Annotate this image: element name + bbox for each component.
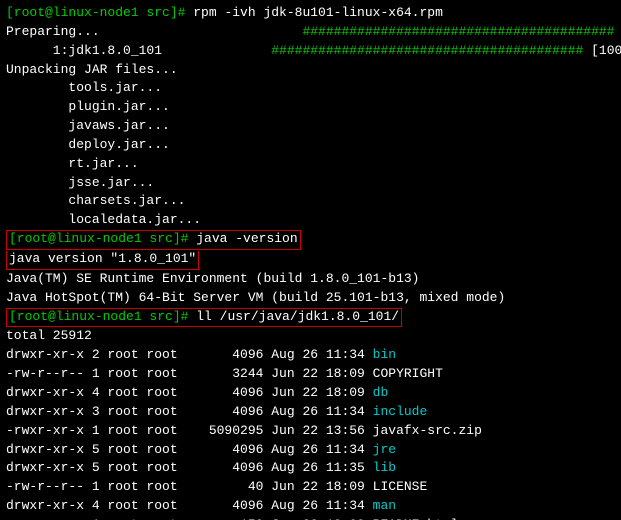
- terminal-line: Unpacking JAR files...: [6, 61, 615, 80]
- output-text: drwxr-xr-x 5 root root 4096 Aug 26 11:35: [6, 460, 373, 475]
- terminal-line: [root@linux-node1 src]# ll /usr/java/jdk…: [6, 308, 615, 328]
- command: rpm -ivh jdk-8u101-linux-x64.rpm: [193, 5, 443, 20]
- terminal-line: -rw-r--r-- 1 root root 3244 Jun 22 18:09…: [6, 365, 615, 384]
- terminal-line: -rw-r--r-- 1 root root 40 Jun 22 18:09 L…: [6, 478, 615, 497]
- terminal-line: drwxr-xr-x 5 root root 4096 Aug 26 11:35…: [6, 459, 615, 478]
- terminal-line: Java(TM) SE Runtime Environment (build 1…: [6, 270, 615, 289]
- output-text: charsets.jar...: [6, 193, 185, 208]
- output-text: Preparing...: [6, 24, 302, 39]
- terminal-line: tools.jar...: [6, 79, 615, 98]
- output-text: javaws.jar...: [6, 118, 170, 133]
- terminal-line: jsse.jar...: [6, 174, 615, 193]
- output-text: plugin.jar...: [6, 99, 170, 114]
- terminal-line: drwxr-xr-x 5 root root 4096 Aug 26 11:34…: [6, 441, 615, 460]
- output-text: drwxr-xr-x 4 root root 4096 Jun 22 18:09: [6, 385, 373, 400]
- output-text: Java(TM) SE Runtime Environment (build 1…: [6, 271, 419, 286]
- terminal-window: [root@linux-node1 src]# rpm -ivh jdk-8u1…: [0, 0, 621, 520]
- command: ll /usr/java/jdk1.8.0_101/: [188, 309, 399, 324]
- terminal-line: plugin.jar...: [6, 98, 615, 117]
- prompt: [root@linux-node1 src]#: [6, 5, 193, 20]
- terminal-line: charsets.jar...: [6, 192, 615, 211]
- output-text: Java HotSpot(TM) 64-Bit Server VM (build…: [6, 290, 505, 305]
- terminal-line: [root@linux-node1 src]# rpm -ivh jdk-8u1…: [6, 4, 615, 23]
- output-text: total 25912: [6, 328, 92, 343]
- terminal-line: drwxr-xr-x 2 root root 4096 Aug 26 11:34…: [6, 346, 615, 365]
- dir-name: bin: [373, 347, 396, 362]
- terminal-line: Java HotSpot(TM) 64-Bit Server VM (build…: [6, 289, 615, 308]
- output-text: drwxr-xr-x 4 root root 4096 Aug 26 11:34: [6, 498, 373, 513]
- output-text: 1:jdk1.8.0_101: [6, 43, 271, 58]
- hash-bar: ########################################: [271, 43, 583, 58]
- terminal-line: 1:jdk1.8.0_101 #########################…: [6, 42, 615, 61]
- terminal-line: [root@linux-node1 src]# java -version: [6, 230, 615, 250]
- terminal-line: localedata.jar...: [6, 211, 615, 230]
- terminal-line: drwxr-xr-x 3 root root 4096 Aug 26 11:34…: [6, 403, 615, 422]
- dir-name: lib: [373, 460, 396, 475]
- terminal-line: deploy.jar...: [6, 136, 615, 155]
- terminal-line: javaws.jar...: [6, 117, 615, 136]
- output-text: drwxr-xr-x 3 root root 4096 Aug 26 11:34: [6, 404, 373, 419]
- prompt: [root@linux-node1 src]#: [9, 309, 188, 324]
- output-text: deploy.jar...: [6, 137, 170, 152]
- output-text: -rwxr-xr-x 1 root root 5090295 Jun 22 13…: [6, 423, 482, 438]
- output-text: drwxr-xr-x 2 root root 4096 Aug 26 11:34: [6, 347, 373, 362]
- output-text: tools.jar...: [6, 80, 162, 95]
- output-text: -rw-r--r-- 1 root root 40 Jun 22 18:09 L…: [6, 479, 427, 494]
- dir-name: jre: [373, 442, 396, 457]
- prompt: [root@linux-node1 src]#: [9, 231, 188, 246]
- pct: [100%]: [583, 43, 621, 58]
- dir-name: man: [373, 498, 396, 513]
- pct: [100%]: [615, 24, 621, 39]
- hash-bar: ########################################: [302, 24, 614, 39]
- terminal-line: drwxr-xr-x 4 root root 4096 Jun 22 18:09…: [6, 384, 615, 403]
- command: java -version: [188, 231, 297, 246]
- terminal-line: rt.jar...: [6, 155, 615, 174]
- output-text: Unpacking JAR files...: [6, 62, 178, 77]
- terminal-line: total 25912: [6, 327, 615, 346]
- output-text: -rw-r--r-- 1 root root 3244 Jun 22 18:09…: [6, 366, 443, 381]
- output-text: drwxr-xr-x 5 root root 4096 Aug 26 11:34: [6, 442, 373, 457]
- terminal-line: -rwxr-xr-x 1 root root 5090295 Jun 22 13…: [6, 422, 615, 441]
- terminal-line: Preparing... ###########################…: [6, 23, 615, 42]
- terminal-line: drwxr-xr-x 4 root root 4096 Aug 26 11:34…: [6, 497, 615, 516]
- terminal-line: java version "1.8.0_101": [6, 250, 615, 270]
- dir-name: db: [373, 385, 389, 400]
- output-text: java version "1.8.0_101": [9, 251, 196, 266]
- output-text: rt.jar...: [6, 156, 139, 171]
- terminal-line: -rw-r--r-- 1 root root 159 Jun 22 18:09 …: [6, 516, 615, 520]
- dir-name: include: [373, 404, 428, 419]
- output-text: jsse.jar...: [6, 175, 154, 190]
- output-text: localedata.jar...: [6, 212, 201, 227]
